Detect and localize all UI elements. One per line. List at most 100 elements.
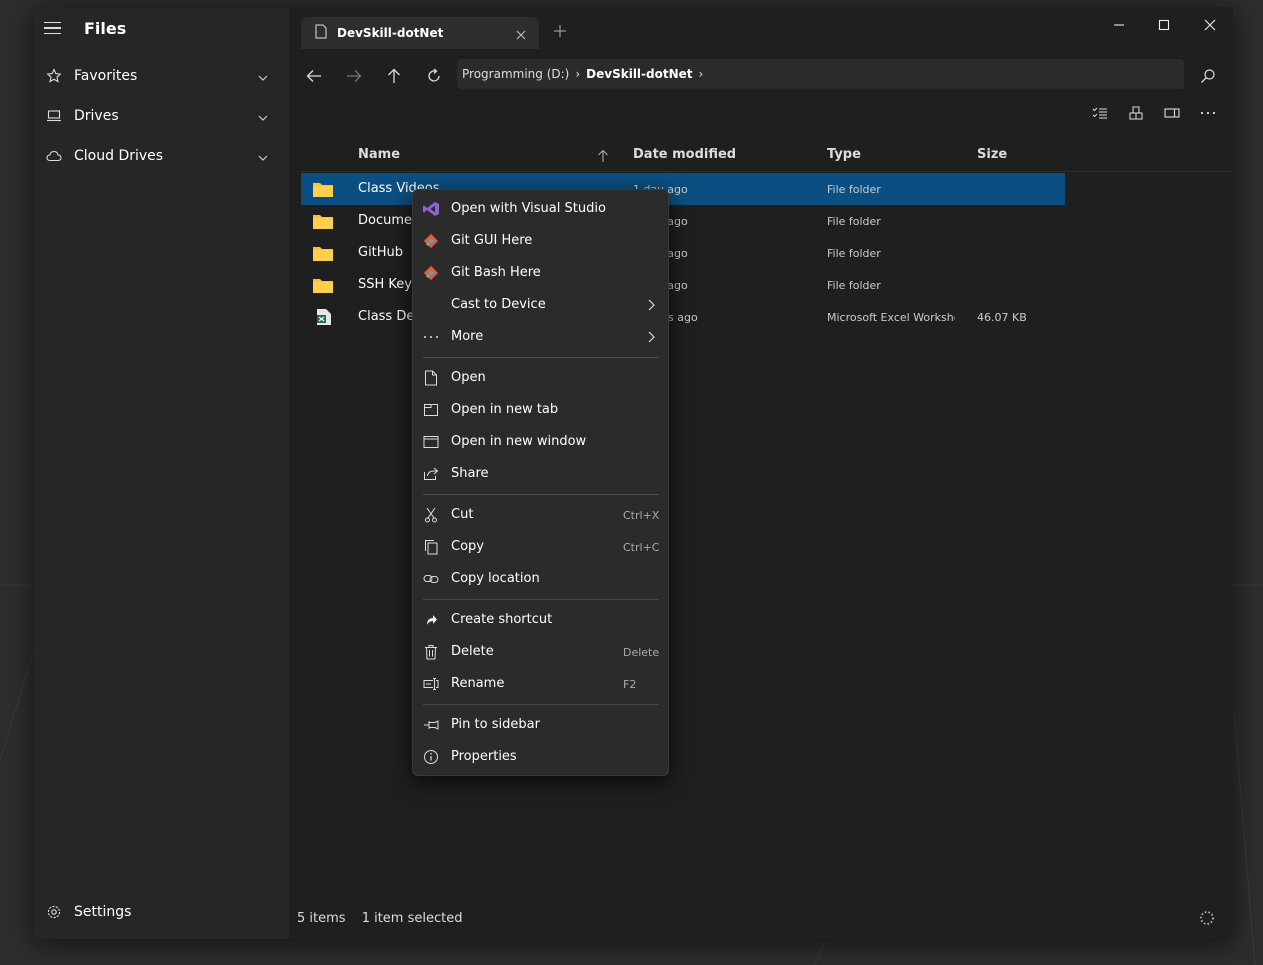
chevron-right-icon: [646, 329, 656, 348]
sidebar-item-label: Drives: [74, 108, 119, 124]
shortcut-hint: Ctrl+X: [623, 509, 660, 522]
tab-devskill-dotnet[interactable]: DevSkill-dotNet: [301, 17, 539, 49]
menu-item-label: Open in new tab: [451, 402, 559, 417]
menu-item-cut[interactable]: Cut Ctrl+X: [413, 499, 668, 531]
share-icon: [422, 466, 440, 482]
menu-item-label: Cut: [451, 507, 474, 522]
menu-item-label: Create shortcut: [451, 612, 553, 627]
menu-item-create-shortcut[interactable]: Create shortcut: [413, 604, 668, 636]
sidebar-item-label: Favorites: [74, 68, 138, 84]
menu-item-open-in-new-tab[interactable]: Open in new tab: [413, 394, 668, 426]
chevron-right-icon: ›: [575, 67, 581, 81]
chevron-right-icon: [646, 297, 656, 316]
sidebar-item-cloud-drives[interactable]: Cloud Drives: [34, 136, 289, 176]
gear-icon: [44, 904, 64, 920]
chevron-right-icon[interactable]: ›: [699, 67, 704, 81]
more-options-icon[interactable]: [1196, 103, 1220, 123]
chevron-down-icon[interactable]: [257, 109, 269, 128]
app-title: Files: [84, 19, 127, 38]
select-mode-icon[interactable]: [1088, 103, 1112, 123]
git-icon: [422, 265, 440, 281]
menu-item-git-gui-here[interactable]: Git GUI Here: [413, 225, 668, 257]
folder-icon: [313, 181, 333, 201]
visual-studio-icon: [422, 201, 440, 217]
chevron-down-icon[interactable]: [257, 69, 269, 88]
menu-item-share[interactable]: Share: [413, 458, 668, 490]
folder-icon: [313, 213, 333, 233]
search-icon[interactable]: [1196, 65, 1220, 87]
settings-button[interactable]: Settings: [34, 892, 289, 932]
tab-strip: DevSkill-dotNet: [289, 7, 1233, 51]
minimize-icon[interactable]: [1104, 15, 1134, 35]
item-count: 5 items: [297, 911, 346, 926]
file-type: Microsoft Excel Worksheet: [827, 311, 955, 324]
menu-item-pin-to-sidebar[interactable]: Pin to sidebar: [413, 709, 668, 741]
column-header-name[interactable]: Name: [358, 147, 400, 162]
git-icon: [422, 233, 440, 249]
sidebar-item-drives[interactable]: Drives: [34, 96, 289, 136]
drive-icon: [44, 109, 64, 123]
folder-icon: [313, 277, 333, 297]
preview-pane-icon[interactable]: [1160, 103, 1184, 123]
menu-item-open-with-visual-studio[interactable]: Open with Visual Studio: [413, 193, 668, 225]
menu-item-cast-to-device[interactable]: Cast to Device: [413, 289, 668, 321]
sidebar-item-label: Cloud Drives: [74, 148, 164, 164]
layout-icon[interactable]: [1124, 103, 1148, 123]
context-menu: Open with Visual Studio Git GUI Here Git…: [412, 189, 669, 776]
menu-separator: [423, 704, 659, 705]
forward-arrow-icon[interactable]: [342, 65, 366, 87]
star-icon: [44, 68, 64, 84]
menu-item-label: Cast to Device: [451, 297, 546, 312]
menu-item-open[interactable]: Open: [413, 362, 668, 394]
close-tab-icon[interactable]: [515, 26, 527, 45]
chevron-down-icon[interactable]: [257, 149, 269, 168]
copy-icon: [422, 539, 440, 555]
menu-item-git-bash-here[interactable]: Git Bash Here: [413, 257, 668, 289]
file-icon: [422, 370, 440, 386]
menu-item-label: Open in new window: [451, 434, 587, 449]
menu-item-copy[interactable]: Copy Ctrl+C: [413, 531, 668, 563]
menu-separator: [423, 357, 659, 358]
file-name: SSH Keys: [358, 277, 419, 292]
menu-item-more[interactable]: More: [413, 321, 668, 353]
column-header-date-modified[interactable]: Date modified: [633, 147, 736, 162]
address-bar[interactable]: Programming (D:) › DevSkill-dotNet ›: [457, 59, 1184, 89]
header-divider: [301, 171, 1233, 172]
breadcrumb-devskill-dotnet[interactable]: DevSkill-dotNet: [586, 67, 692, 81]
maximize-icon[interactable]: [1149, 15, 1179, 35]
up-arrow-icon[interactable]: [382, 65, 406, 87]
menu-item-label: Copy location: [451, 571, 540, 586]
menu-item-delete[interactable]: Delete Delete: [413, 636, 668, 668]
menu-item-label: Open with Visual Studio: [451, 201, 606, 216]
sidebar-item-favorites[interactable]: Favorites: [34, 56, 289, 96]
sidebar: Files Favorites Drives Cloud Drives Sett…: [34, 7, 289, 939]
folder-icon: [313, 245, 333, 265]
menu-item-label: Properties: [451, 749, 517, 764]
menu-item-properties[interactable]: Properties: [413, 741, 668, 773]
menu-item-label: Delete: [451, 644, 494, 659]
selection-count: 1 item selected: [361, 911, 463, 926]
new-tab-icon[interactable]: [553, 23, 567, 42]
hamburger-menu-icon[interactable]: [44, 19, 64, 37]
tab-icon: [422, 402, 440, 418]
menu-separator: [423, 599, 659, 600]
refresh-icon[interactable]: [422, 65, 446, 87]
menu-item-label: Git Bash Here: [451, 265, 541, 280]
menu-item-rename[interactable]: Rename F2: [413, 668, 668, 700]
column-header-type[interactable]: Type: [827, 147, 861, 162]
menu-separator: [423, 494, 659, 495]
info-icon: [422, 749, 440, 765]
file-type: File folder: [827, 279, 881, 292]
sort-ascending-icon[interactable]: [597, 148, 609, 167]
menu-item-copy-location[interactable]: Copy location: [413, 563, 668, 595]
breadcrumb-programming-drive[interactable]: Programming (D:): [457, 67, 569, 81]
back-arrow-icon[interactable]: [302, 65, 326, 87]
menu-item-label: Share: [451, 466, 489, 481]
menu-item-open-in-new-window[interactable]: Open in new window: [413, 426, 668, 458]
link-icon: [422, 571, 440, 587]
file-type: File folder: [827, 247, 881, 260]
rename-icon: [422, 676, 440, 692]
column-header-size[interactable]: Size: [977, 147, 1007, 162]
close-window-icon[interactable]: [1195, 15, 1225, 35]
menu-item-label: Copy: [451, 539, 484, 554]
